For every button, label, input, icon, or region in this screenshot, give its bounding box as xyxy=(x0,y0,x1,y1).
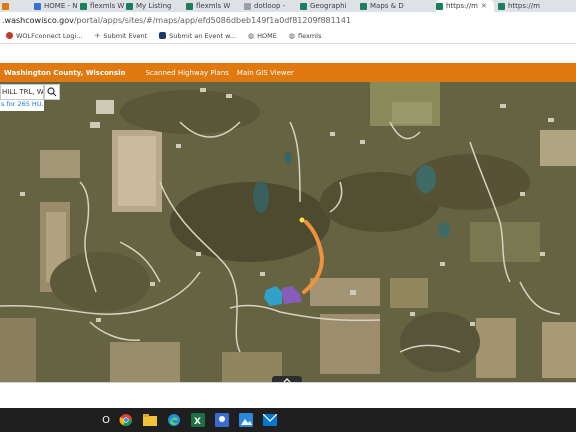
tab-maps[interactable]: Maps & D xyxy=(360,0,418,12)
file-explorer-icon[interactable] xyxy=(142,412,158,428)
bookmark-label: Submit an Event w... xyxy=(169,31,237,40)
bookmark-submit-an-event[interactable]: Submit an Event w... xyxy=(159,32,236,40)
aerial-imagery[interactable] xyxy=(0,82,576,382)
bookmark-label: flexmls xyxy=(297,31,322,40)
search-taskbar-button[interactable]: O xyxy=(98,412,114,428)
bookmark-icon: ✈ xyxy=(94,31,101,40)
tab-label: flexmls W xyxy=(196,2,231,10)
bookmark-icon xyxy=(6,32,13,39)
search-suggestion[interactable]: s for 265 HU... xyxy=(0,100,44,111)
tab-1[interactable] xyxy=(2,0,32,12)
mail-icon[interactable] xyxy=(262,412,278,428)
shield-icon xyxy=(159,32,167,39)
svg-text:X: X xyxy=(194,417,201,427)
bookmark-label: HOME xyxy=(257,31,277,40)
address-bar[interactable]: .washcowisco.gov/portal/apps/sites/#/map… xyxy=(0,12,576,28)
url-domain: .washcowisco.gov xyxy=(2,15,74,25)
favicon-icon xyxy=(360,2,367,10)
favicon-icon xyxy=(2,2,9,10)
tab-label: HOME - N xyxy=(44,2,78,10)
close-icon[interactable]: ✕ xyxy=(481,2,487,10)
route-endpoint-marker[interactable] xyxy=(299,217,305,223)
page-spacer xyxy=(0,44,576,63)
tab-flexmls-1[interactable]: flexmls W xyxy=(80,0,124,12)
folder-icon xyxy=(143,414,157,426)
map-view[interactable] xyxy=(0,82,576,382)
url-path: /portal/apps/sites/#/maps/app/efd5086dbe… xyxy=(73,15,351,25)
favicon-icon xyxy=(34,2,41,10)
envelope-icon xyxy=(263,414,277,426)
app-header: Washington County, Wisconsin Scanned Hig… xyxy=(0,63,576,82)
app-title: Washington County, Wisconsin xyxy=(4,68,126,77)
windows-taskbar: O X xyxy=(0,408,576,432)
nav-main-gis-viewer[interactable]: Main GIS Viewer xyxy=(237,69,294,77)
favicon-icon xyxy=(80,2,87,10)
tab-my-listing[interactable]: My Listing xyxy=(126,0,182,12)
bookmark-flexmls[interactable]: ◍ flexmls xyxy=(289,32,321,40)
tab-active[interactable]: https://m ✕ xyxy=(436,0,494,12)
bookmark-label: WOLFconnect Logi... xyxy=(16,31,83,40)
bookmark-submit-event[interactable]: ✈ Submit Event xyxy=(95,32,148,40)
favicon-icon xyxy=(498,2,505,10)
search-button[interactable] xyxy=(44,84,60,100)
search-icon xyxy=(47,87,57,97)
tab-label: dotloop - xyxy=(254,2,286,10)
tab-dotloop[interactable]: dotloop - xyxy=(244,0,294,12)
attribute-panel xyxy=(0,382,576,408)
photos-icon-graphic xyxy=(239,413,253,427)
bookmark-home[interactable]: ◍ HOME xyxy=(248,32,277,40)
tab-geographic[interactable]: Geographi xyxy=(300,0,354,12)
bookmarks-bar: WOLFconnect Logi... ✈ Submit Event Submi… xyxy=(0,28,576,44)
search-input[interactable]: HILL TRL, W xyxy=(0,84,44,100)
favicon-icon xyxy=(126,2,133,10)
maps-icon[interactable] xyxy=(214,412,230,428)
favicon-icon xyxy=(436,2,443,10)
photos-icon[interactable] xyxy=(238,412,254,428)
search-suggestion-text: s for 265 HU... xyxy=(1,100,44,108)
favicon-icon xyxy=(244,2,251,10)
tab-label: flexmls W xyxy=(90,2,124,10)
search-glyph: O xyxy=(102,414,110,426)
favicon-icon xyxy=(300,2,307,10)
edge-icon[interactable] xyxy=(166,412,182,428)
favicon-icon xyxy=(186,2,193,10)
tab-flexmls-2[interactable]: flexmls W xyxy=(186,0,238,12)
maps-icon-graphic xyxy=(215,413,229,427)
search-input-value: HILL TRL, W xyxy=(2,88,44,96)
edge-icon-graphic xyxy=(168,414,180,426)
browser-tab-strip: HOME - N flexmls W My Listing flexmls W … xyxy=(0,0,576,12)
nav-scanned-highway-plans[interactable]: Scanned Highway Plans xyxy=(145,69,228,77)
chrome-icon-graphic xyxy=(119,414,132,427)
tab-label: Geographi xyxy=(310,2,347,10)
tab-https-2[interactable]: https://m xyxy=(498,0,558,12)
tab-label: https://m xyxy=(508,2,540,10)
globe-icon: ◍ xyxy=(288,31,295,40)
bookmark-wolfconnect[interactable]: WOLFconnect Logi... xyxy=(6,32,83,40)
tab-label: https://m xyxy=(446,2,478,10)
tab-label: My Listing xyxy=(136,2,172,10)
tab-label: Maps & D xyxy=(370,2,404,10)
bookmark-label: Submit Event xyxy=(103,31,148,40)
globe-icon: ◍ xyxy=(248,31,255,40)
tab-home[interactable]: HOME - N xyxy=(34,0,78,12)
excel-icon[interactable]: X xyxy=(190,412,206,428)
chrome-icon[interactable] xyxy=(118,412,134,428)
excel-icon-graphic: X xyxy=(191,413,205,427)
